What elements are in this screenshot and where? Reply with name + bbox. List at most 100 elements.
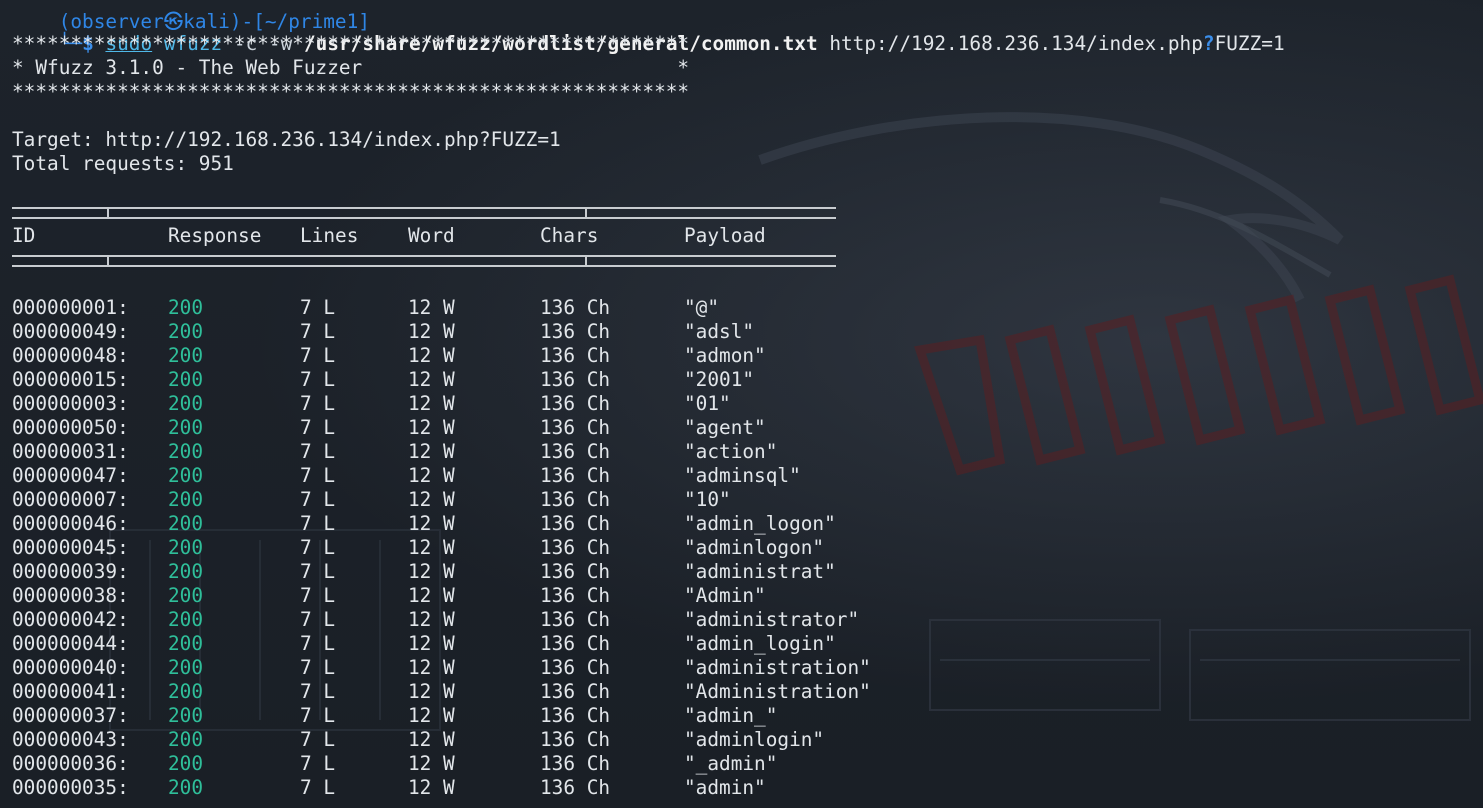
row-chars: 136 Ch (540, 632, 611, 655)
row-payload: "admin_login" (684, 632, 836, 655)
banner-title: * Wfuzz 3.1.0 - The Web Fuzzer * (12, 56, 690, 79)
row-response: 200 (168, 416, 204, 439)
table-row: 000000001: 200 7 L 12 W 136 Ch "@" (0, 296, 900, 320)
row-lines: 7 L (300, 416, 336, 439)
table-row: 000000046: 200 7 L 12 W 136 Ch "admin_logon" (0, 512, 900, 536)
row-id: 000000045: (12, 536, 129, 559)
row-payload: "admin_" (684, 704, 778, 727)
row-word: 12 W (408, 728, 455, 751)
header-response: Response (168, 224, 262, 247)
row-id: 000000041: (12, 680, 129, 703)
table-row: 000000040: 200 7 L 12 W 136 Ch "administratio… (0, 656, 900, 680)
row-chars: 136 Ch (540, 464, 611, 487)
table-row: 000000042: 200 7 L 12 W 136 Ch "administrator… (0, 608, 900, 632)
row-lines: 7 L (300, 632, 336, 655)
table-row: 000000041: 200 7 L 12 W 136 Ch "Administratio… (0, 680, 900, 704)
row-response: 200 (168, 680, 204, 703)
row-payload: "10" (684, 488, 731, 511)
row-lines: 7 L (300, 752, 336, 775)
row-chars: 136 Ch (540, 488, 611, 511)
row-lines: 7 L (300, 536, 336, 559)
cmd-url-base: http://192.168.236.134/index.php (829, 32, 1203, 55)
row-response: 200 (168, 536, 204, 559)
row-id: 000000003: (12, 392, 129, 415)
row-chars: 136 Ch (540, 704, 611, 727)
row-lines: 7 L (300, 344, 336, 367)
row-response: 200 (168, 320, 204, 343)
table-separator-top (12, 207, 836, 219)
row-word: 12 W (408, 776, 455, 799)
row-id: 000000048: (12, 344, 129, 367)
cmd-url-q: ? (1202, 32, 1215, 55)
row-id: 000000043: (12, 728, 129, 751)
row-word: 12 W (408, 680, 455, 703)
terminal-window[interactable]: (observer㉿kali)-[~/prime1] └─$ sudo wfuz… (0, 0, 1483, 808)
row-lines: 7 L (300, 320, 336, 343)
row-word: 12 W (408, 416, 455, 439)
row-response: 200 (168, 752, 204, 775)
row-payload: "_admin" (684, 752, 778, 775)
row-payload: "Admin" (684, 584, 766, 607)
header-chars: Chars (540, 224, 599, 247)
row-lines: 7 L (300, 680, 336, 703)
row-response: 200 (168, 344, 204, 367)
row-word: 12 W (408, 368, 455, 391)
row-lines: 7 L (300, 656, 336, 679)
row-word: 12 W (408, 752, 455, 775)
row-lines: 7 L (300, 464, 336, 487)
row-payload: "agent" (684, 416, 766, 439)
row-lines: 7 L (300, 584, 336, 607)
row-id: 000000042: (12, 608, 129, 631)
row-id: 000000038: (12, 584, 129, 607)
row-word: 12 W (408, 608, 455, 631)
row-chars: 136 Ch (540, 320, 611, 343)
row-id: 000000044: (12, 632, 129, 655)
row-lines: 7 L (300, 704, 336, 727)
row-id: 000000007: (12, 488, 129, 511)
table-row: 000000039: 200 7 L 12 W 136 Ch "administrat" (0, 560, 900, 584)
row-chars: 136 Ch (540, 752, 611, 775)
row-lines: 7 L (300, 440, 336, 463)
row-payload: "administrat" (684, 560, 836, 583)
command-line: └─$ sudo wfuzz -c -w /usr/share/wfuzz/wo… (12, 8, 1285, 55)
row-payload: "administration" (684, 656, 871, 679)
table-row: 000000036: 200 7 L 12 W 136 Ch "_admin" (0, 752, 900, 776)
table-row: 000000038: 200 7 L 12 W 136 Ch "Admin" (0, 584, 900, 608)
header-id: ID (12, 224, 36, 247)
row-payload: "Administration" (684, 680, 871, 703)
row-id: 000000031: (12, 440, 129, 463)
row-chars: 136 Ch (540, 608, 611, 631)
row-id: 000000035: (12, 776, 129, 799)
row-payload: "2001" (684, 368, 755, 391)
row-id: 000000049: (12, 320, 129, 343)
row-chars: 136 Ch (540, 440, 611, 463)
row-lines: 7 L (300, 488, 336, 511)
row-payload: "admin_logon" (684, 512, 836, 535)
header-lines: Lines (300, 224, 359, 247)
row-chars: 136 Ch (540, 296, 611, 319)
table-row: 000000007: 200 7 L 12 W 136 Ch "10" (0, 488, 900, 512)
table-row: 000000015: 200 7 L 12 W 136 Ch "2001" (0, 368, 900, 392)
row-lines: 7 L (300, 776, 336, 799)
row-id: 000000036: (12, 752, 129, 775)
row-word: 12 W (408, 632, 455, 655)
row-response: 200 (168, 560, 204, 583)
row-payload: "adminsql" (684, 464, 801, 487)
row-response: 200 (168, 776, 204, 799)
row-lines: 7 L (300, 392, 336, 415)
row-lines: 7 L (300, 368, 336, 391)
table-row: 000000047: 200 7 L 12 W 136 Ch "adminsql" (0, 464, 900, 488)
row-payload: "adminlogin" (684, 728, 825, 751)
row-response: 200 (168, 584, 204, 607)
table-row: 000000043: 200 7 L 12 W 136 Ch "adminlogin" (0, 728, 900, 752)
row-word: 12 W (408, 488, 455, 511)
table-row: 000000035: 200 7 L 12 W 136 Ch "admin" (0, 776, 900, 800)
row-word: 12 W (408, 656, 455, 679)
row-lines: 7 L (300, 296, 336, 319)
row-word: 12 W (408, 536, 455, 559)
table-row: 000000003: 200 7 L 12 W 136 Ch "01" (0, 392, 900, 416)
table-header-row: ID Response Lines Word Chars Payload (0, 224, 900, 248)
row-response: 200 (168, 392, 204, 415)
row-response: 200 (168, 632, 204, 655)
row-chars: 136 Ch (540, 680, 611, 703)
